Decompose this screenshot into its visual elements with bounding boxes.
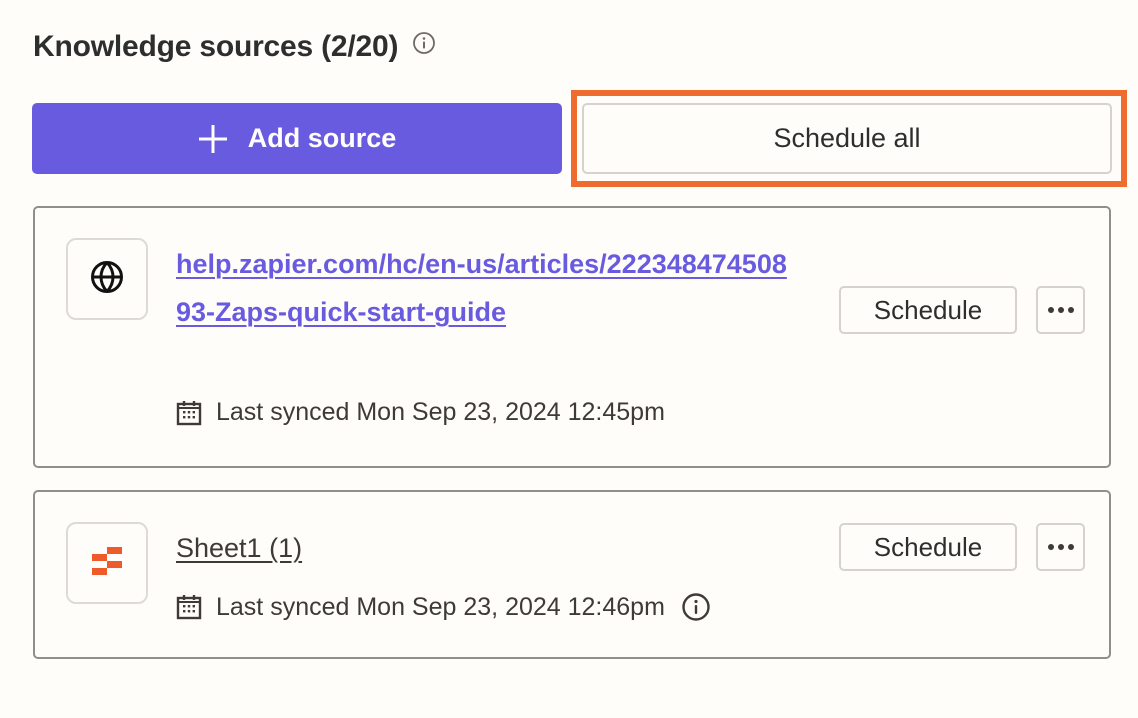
source-type-icon-box: [66, 522, 148, 604]
plus-icon: [198, 124, 228, 154]
last-synced: Last synced Mon Sep 23, 2024 12:45pm: [176, 398, 665, 427]
last-synced-text: Last synced Mon Sep 23, 2024 12:45pm: [216, 398, 665, 426]
add-source-button[interactable]: Add source: [32, 103, 562, 174]
source-title-link[interactable]: help.zapier.com/hc/en-us/articles/222348…: [176, 240, 796, 336]
calendar-icon: [176, 594, 202, 620]
add-source-label: Add source: [247, 123, 397, 153]
header: Knowledge sources (2/20): [33, 26, 436, 68]
calendar-icon: [176, 400, 202, 426]
source-title-link[interactable]: Sheet1 (1): [176, 524, 302, 572]
schedule-label: Schedule: [873, 531, 983, 562]
schedule-button[interactable]: Schedule: [839, 523, 1017, 571]
info-circle-icon[interactable]: [681, 592, 711, 622]
last-synced-text: Last synced Mon Sep 23, 2024 12:46pm: [216, 592, 665, 621]
more-horizontal-icon: [1047, 307, 1074, 313]
source-type-icon-box: [66, 238, 148, 320]
more-horizontal-icon: [1047, 544, 1074, 550]
schedule-all-button[interactable]: Schedule all: [582, 103, 1112, 174]
page-title: Knowledge sources (2/20): [33, 30, 399, 63]
source-card: Sheet1 (1) Last synced Mon Sep 23, 2024 …: [33, 490, 1111, 659]
more-options-button[interactable]: [1036, 523, 1085, 571]
knowledge-sources-panel: Knowledge sources (2/20) Add source Sche…: [0, 0, 1138, 718]
info-circle-icon[interactable]: [412, 31, 436, 55]
source-card: help.zapier.com/hc/en-us/articles/222348…: [33, 206, 1111, 468]
last-synced: Last synced Mon Sep 23, 2024 12:46pm: [176, 592, 711, 622]
globe-icon: [89, 259, 125, 300]
more-options-button[interactable]: [1036, 286, 1085, 334]
zapier-tables-icon: [91, 545, 123, 582]
schedule-button[interactable]: Schedule: [839, 286, 1017, 334]
schedule-label: Schedule: [873, 294, 983, 325]
schedule-all-label: Schedule all: [773, 123, 921, 153]
